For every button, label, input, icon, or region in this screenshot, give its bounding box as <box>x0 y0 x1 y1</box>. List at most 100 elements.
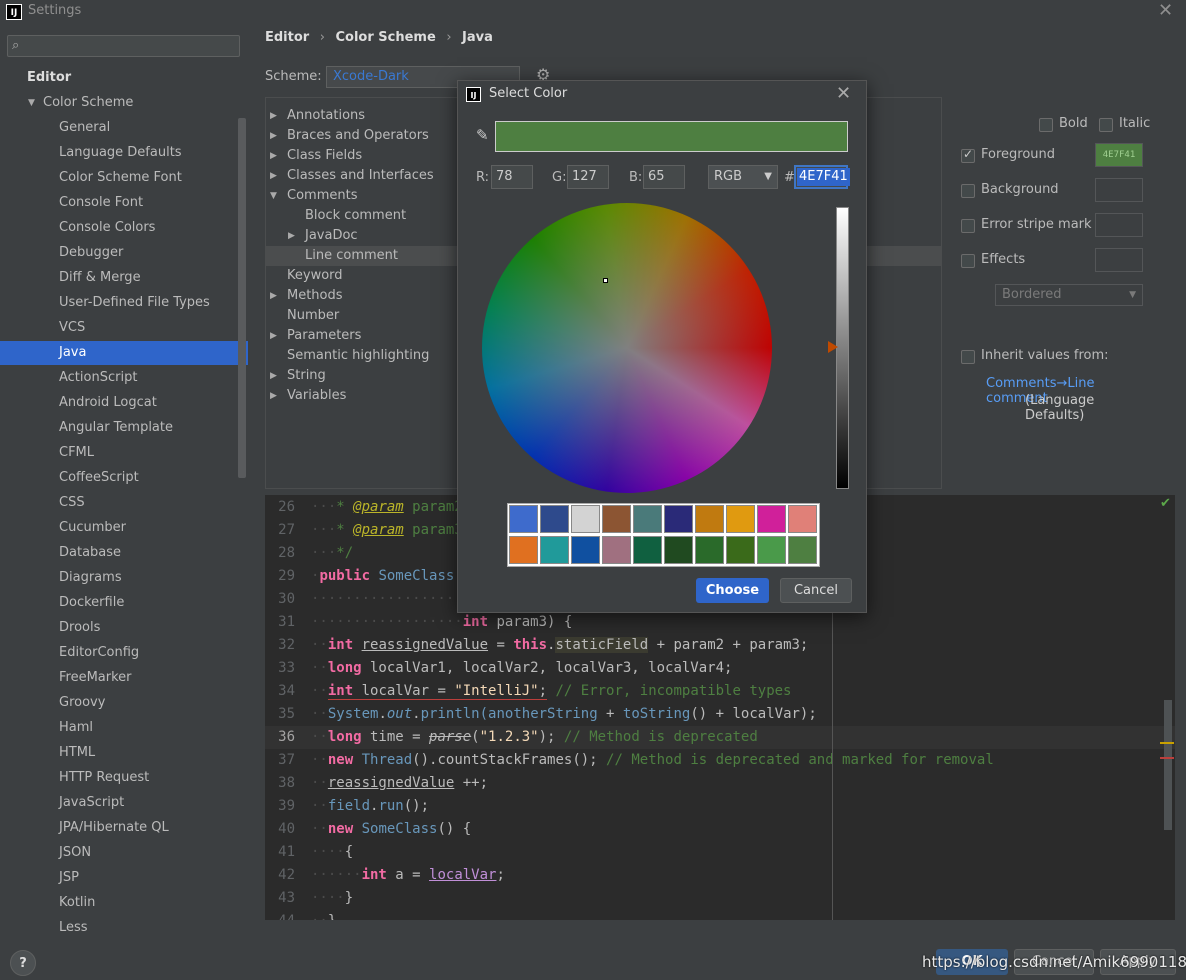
chevron-right-icon[interactable]: ▶ <box>270 326 277 346</box>
eyedropper-icon[interactable]: ✎ <box>476 126 489 144</box>
sidebar-item[interactable]: Cucumber <box>0 516 248 540</box>
chevron-right-icon[interactable]: ▶ <box>270 146 277 166</box>
help-button[interactable]: ? <box>10 950 36 976</box>
chevron-right-icon[interactable]: ▶ <box>270 286 277 306</box>
sidebar-item[interactable]: General <box>0 116 248 140</box>
recent-color-swatch[interactable] <box>788 536 817 564</box>
sidebar-item[interactable]: Angular Template <box>0 416 248 440</box>
close-icon[interactable]: ✕ <box>836 83 851 104</box>
recent-color-swatch[interactable] <box>757 536 786 564</box>
sidebar-item[interactable]: Haml <box>0 716 248 740</box>
chevron-down-icon[interactable]: ▼ <box>270 186 277 206</box>
background-color-swatch[interactable] <box>1095 178 1143 202</box>
bold-checkbox[interactable] <box>1039 118 1053 132</box>
sidebar-item[interactable]: Kotlin <box>0 891 248 915</box>
sidebar-item[interactable]: Diff & Merge <box>0 266 248 290</box>
sidebar-item[interactable]: Console Colors <box>0 216 248 240</box>
code-line[interactable]: 34 ··int localVar = "IntelliJ"; // Error,… <box>265 680 1175 703</box>
chevron-right-icon[interactable]: ▶ <box>270 366 277 386</box>
editor-scrollbar[interactable] <box>1164 700 1172 830</box>
recent-color-swatch[interactable] <box>788 505 817 533</box>
brightness-slider-handle[interactable] <box>828 341 838 353</box>
warning-marker[interactable] <box>1160 742 1174 744</box>
sidebar-item[interactable]: Drools <box>0 616 248 640</box>
choose-button[interactable]: Choose <box>696 578 769 603</box>
error-stripe-color-swatch[interactable] <box>1095 213 1143 237</box>
sidebar-item[interactable]: JPA/Hibernate QL <box>0 816 248 840</box>
recent-color-swatch[interactable] <box>695 505 724 533</box>
chevron-right-icon[interactable]: ▶ <box>270 126 277 146</box>
code-line[interactable]: 44 ··} <box>265 910 1175 920</box>
sidebar-item[interactable]: EditorConfig <box>0 641 248 665</box>
chevron-right-icon[interactable]: ▶ <box>270 386 277 406</box>
sidebar-item[interactable]: ▼ Color Scheme <box>0 91 248 115</box>
italic-checkbox[interactable] <box>1099 118 1113 132</box>
effects-checkbox[interactable] <box>961 254 975 268</box>
sidebar-item[interactable]: CFML <box>0 441 248 465</box>
code-line[interactable]: 42 ······int a = localVar; <box>265 864 1175 887</box>
chevron-right-icon[interactable]: ▶ <box>270 166 277 186</box>
g-input[interactable]: 127 <box>567 165 609 189</box>
background-checkbox[interactable] <box>961 184 975 198</box>
recent-color-swatch[interactable] <box>602 536 631 564</box>
sidebar-item[interactable]: Debugger <box>0 241 248 265</box>
color-wheel[interactable] <box>482 203 772 493</box>
recent-color-swatch[interactable] <box>633 536 662 564</box>
code-line[interactable]: 35 ··System.out.println(anotherString + t… <box>265 703 1175 726</box>
code-line[interactable]: 40 ··new SomeClass() { <box>265 818 1175 841</box>
recent-color-swatch[interactable] <box>664 505 693 533</box>
hex-input[interactable]: 4E7F41 <box>794 165 850 189</box>
sidebar-item[interactable]: HTTP Request <box>0 766 248 790</box>
sidebar-item[interactable]: VCS <box>0 316 248 340</box>
recent-color-swatch[interactable] <box>726 536 755 564</box>
recent-color-swatch[interactable] <box>602 505 631 533</box>
sidebar-item[interactable]: Android Logcat <box>0 391 248 415</box>
effects-color-swatch[interactable] <box>1095 248 1143 272</box>
color-wheel-pointer[interactable] <box>603 278 608 283</box>
recent-color-swatch[interactable] <box>571 536 600 564</box>
scrollbar[interactable] <box>238 118 246 478</box>
foreground-color-swatch[interactable]: 4E7F41 <box>1095 143 1143 167</box>
recent-color-swatch[interactable] <box>509 505 538 533</box>
recent-color-swatch[interactable] <box>540 536 569 564</box>
code-line[interactable]: 33 ··long localVar1, localVar2, localVar3… <box>265 657 1175 680</box>
recent-color-swatch[interactable] <box>571 505 600 533</box>
chevron-down-icon[interactable]: ▼ <box>28 91 35 115</box>
code-line[interactable]: 37 ··new Thread().countStackFrames(); // … <box>265 749 1175 772</box>
recent-color-swatch[interactable] <box>633 505 662 533</box>
sidebar-item[interactable]: Less <box>0 916 248 936</box>
sidebar-item[interactable]: Database <box>0 541 248 565</box>
sidebar-item[interactable]: JSP <box>0 866 248 890</box>
sidebar-item[interactable]: FreeMarker <box>0 666 248 690</box>
close-icon[interactable]: ✕ <box>1158 0 1173 21</box>
sidebar-item[interactable]: Dockerfile <box>0 591 248 615</box>
color-mode-select[interactable]: RGB ▼ <box>708 165 778 189</box>
code-line[interactable]: 38 ··reassignedValue ++; <box>265 772 1175 795</box>
code-line[interactable]: 31 ··················int param3) { <box>265 611 1175 634</box>
code-line[interactable]: 32 ··int reassignedValue = this.staticFie… <box>265 634 1175 657</box>
sidebar-item[interactable]: Console Font <box>0 191 248 215</box>
code-line[interactable]: 41 ····{ <box>265 841 1175 864</box>
search-input[interactable]: ⌕ <box>7 35 240 57</box>
code-line[interactable]: 43 ····} <box>265 887 1175 910</box>
sidebar-item[interactable]: User-Defined File Types <box>0 291 248 315</box>
r-input[interactable]: 78 <box>491 165 533 189</box>
sidebar-item[interactable]: ActionScript <box>0 366 248 390</box>
inherit-checkbox[interactable] <box>961 350 975 364</box>
recent-color-swatch[interactable] <box>509 536 538 564</box>
sidebar-item[interactable]: Diagrams <box>0 566 248 590</box>
sidebar-item[interactable]: Java <box>0 341 248 365</box>
sidebar-item[interactable]: Groovy <box>0 691 248 715</box>
sidebar-item[interactable]: Color Scheme Font <box>0 166 248 190</box>
recent-color-swatch[interactable] <box>540 505 569 533</box>
sidebar-item[interactable]: JavaScript <box>0 791 248 815</box>
recent-color-swatch[interactable] <box>757 505 786 533</box>
sidebar-item[interactable]: CSS <box>0 491 248 515</box>
sidebar-item[interactable]: Language Defaults <box>0 141 248 165</box>
recent-color-swatch[interactable] <box>695 536 724 564</box>
cancel-button[interactable]: Cancel <box>780 578 852 603</box>
code-line[interactable]: 39 ··field.run(); <box>265 795 1175 818</box>
chevron-right-icon[interactable]: ▶ <box>288 226 295 246</box>
effects-style-select[interactable]: Bordered ▼ <box>995 284 1143 306</box>
chevron-right-icon[interactable]: ▶ <box>270 106 277 126</box>
